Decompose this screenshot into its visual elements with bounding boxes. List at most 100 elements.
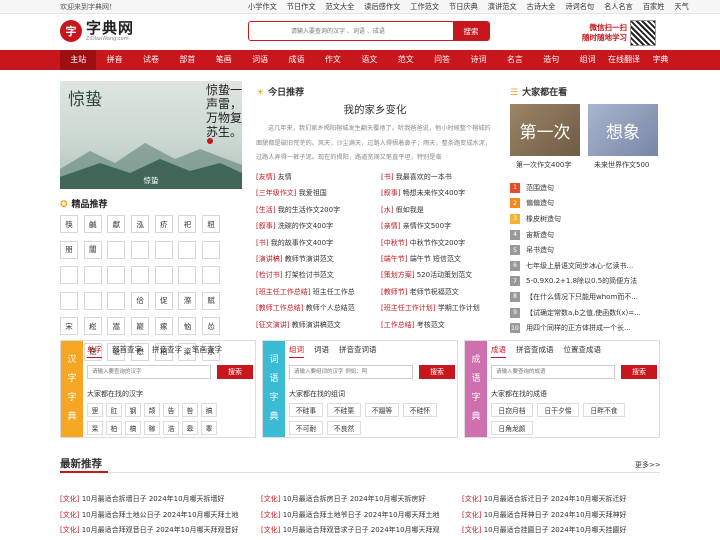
char-cell[interactable] bbox=[202, 240, 221, 259]
nav-yuwen[interactable]: 语文 bbox=[351, 50, 387, 70]
nav-bihua[interactable]: 笔画 bbox=[206, 50, 242, 70]
list-item[interactable]: [教师节] 老师节祝福范文 bbox=[381, 287, 506, 298]
list-item[interactable]: [文化] 10月最适合拜观音日子 2024年10月哪天拜观音好 bbox=[60, 525, 261, 536]
top-link-xiaoxue[interactable]: 小学作文 bbox=[248, 2, 277, 12]
article-title[interactable]: 我的家乡变化 bbox=[256, 102, 494, 117]
char-cell[interactable]: 瘃 bbox=[154, 317, 173, 335]
list-item[interactable]: 不良然 bbox=[327, 421, 361, 435]
list-item[interactable]: 柏 bbox=[106, 421, 122, 435]
list-item[interactable]: 皋 bbox=[182, 421, 198, 435]
list-item[interactable]: 6 七年级上册语文同步冰心-忆读书... bbox=[510, 258, 662, 274]
char-cell[interactable] bbox=[60, 266, 78, 284]
char-cell[interactable] bbox=[154, 240, 173, 259]
nav-shijuan[interactable]: 试卷 bbox=[133, 50, 169, 70]
list-item[interactable]: [文化] 10月最适合拆墙日子 2024年10月哪天拆墙好 bbox=[60, 494, 261, 505]
list-item[interactable]: 不可耐 bbox=[289, 421, 323, 435]
list-item[interactable]: [教师工作总结] 教师个人总结范 bbox=[256, 303, 381, 314]
char-cell[interactable]: 宋 bbox=[60, 317, 78, 335]
list-item[interactable]: [文化] 10月最适合拜神日子 2024年10月哪天拜神好 bbox=[462, 510, 663, 521]
nav-zidian[interactable]: 字典 bbox=[642, 50, 678, 70]
hanzi-search-button[interactable]: 搜索 bbox=[217, 365, 253, 379]
book-caption-2[interactable]: 未来世界作文500 bbox=[594, 160, 649, 170]
nav-zhuzhan[interactable]: 主站 bbox=[60, 50, 97, 70]
char-cell[interactable] bbox=[83, 291, 102, 310]
list-item[interactable]: 10 用四个同样的正方体拼成一个长... bbox=[510, 320, 662, 336]
char-cell[interactable]: 祀 bbox=[178, 215, 197, 233]
char-cell[interactable]: 嵩 bbox=[107, 317, 126, 335]
top-link-qingdian[interactable]: 节日庆典 bbox=[449, 2, 478, 12]
char-cell[interactable]: 泓 bbox=[131, 215, 150, 233]
char-cell[interactable]: 佮 bbox=[131, 291, 150, 310]
top-link-gushi[interactable]: 古诗大全 bbox=[527, 2, 556, 12]
top-link-fanwen[interactable]: 范文大全 bbox=[326, 2, 355, 12]
list-item[interactable]: [文化] 10月最适合拆迁日子 2024年10月哪天拆迁好 bbox=[462, 494, 663, 505]
tab-pinyin-chengyu[interactable]: 拼音查成语 bbox=[516, 344, 554, 358]
list-item[interactable]: 4 宙斯造句 bbox=[510, 227, 662, 243]
list-item[interactable]: 咎 bbox=[182, 403, 198, 417]
char-cell[interactable]: 巅 bbox=[131, 317, 150, 335]
tab-danzi[interactable]: 单字 bbox=[87, 344, 102, 358]
char-cell[interactable] bbox=[178, 266, 197, 284]
tab-bihua[interactable]: 笔画查字 bbox=[192, 344, 222, 358]
list-item[interactable]: 杲 bbox=[87, 421, 103, 435]
nav-mingyan[interactable]: 名言 bbox=[497, 50, 533, 70]
top-link-mingyan[interactable]: 名人名言 bbox=[604, 2, 633, 12]
list-item[interactable]: 肛 bbox=[106, 403, 122, 417]
char-cell[interactable]: 漈 bbox=[178, 291, 197, 310]
char-cell[interactable]: 怂 bbox=[202, 317, 221, 335]
list-item[interactable]: 颉 bbox=[144, 403, 160, 417]
char-cell[interactable] bbox=[154, 266, 173, 284]
list-item[interactable]: [叙事] 洗碗的作文400字 bbox=[256, 221, 381, 232]
list-item[interactable]: 日窃月档 bbox=[491, 403, 533, 417]
nav-ciyu[interactable]: 词语 bbox=[242, 50, 278, 70]
list-item[interactable]: [工作总结] 考核范文 bbox=[381, 320, 506, 331]
char-cell[interactable] bbox=[131, 266, 150, 284]
list-item[interactable]: 不硅怀 bbox=[403, 403, 437, 417]
list-item[interactable]: 日角龙颜 bbox=[491, 421, 533, 435]
top-link-shici[interactable]: 诗词名句 bbox=[565, 2, 594, 12]
banner-image[interactable]: 惊蛰 惊蛰一声雷，万物复苏生。 惊蛰 bbox=[60, 81, 242, 189]
char-cell[interactable]: 疥 bbox=[154, 215, 173, 233]
ciyu-search-input[interactable] bbox=[289, 365, 413, 379]
list-item[interactable]: [文化] 10月最适合挂匾日子 2024年10月哪天挂匾好 bbox=[462, 525, 663, 536]
char-cell[interactable] bbox=[83, 266, 102, 284]
char-cell[interactable]: 赋 bbox=[202, 291, 221, 310]
list-item[interactable]: 7 5-0.9X0.2+1.8除以0.5的简便方法 bbox=[510, 274, 662, 290]
list-item[interactable]: [亲情] 亲情作文500字 bbox=[381, 221, 506, 232]
list-item[interactable]: 3 橡皮树造句 bbox=[510, 211, 662, 227]
more-link[interactable]: 更多>> bbox=[635, 460, 661, 470]
char-cell[interactable] bbox=[107, 240, 126, 259]
char-cell[interactable]: 恼 bbox=[178, 317, 197, 335]
nav-chengyu[interactable]: 成语 bbox=[278, 50, 314, 70]
list-item[interactable]: 罡 bbox=[87, 403, 103, 417]
main-search-button[interactable]: 搜索 bbox=[453, 22, 489, 40]
char-cell[interactable]: 闟 bbox=[83, 240, 102, 259]
list-item[interactable]: 2 偏偏造句 bbox=[510, 196, 662, 212]
list-item[interactable]: 搞 bbox=[201, 403, 217, 417]
char-cell[interactable]: 朋 bbox=[60, 240, 78, 259]
list-item[interactable]: [策划方案] 520活动策划范文 bbox=[381, 270, 506, 281]
list-item[interactable]: 8 【在什么情况下只能用whom而不... bbox=[510, 289, 662, 305]
list-item[interactable]: [中秋节] 中秋节作文200字 bbox=[381, 238, 506, 249]
top-link-baijiaxing[interactable]: 百家姓 bbox=[643, 2, 665, 12]
top-link-yanjiang[interactable]: 演讲范文 bbox=[488, 2, 517, 12]
char-cell[interactable]: 崧 bbox=[83, 317, 102, 335]
nav-fanwen[interactable]: 范文 bbox=[388, 50, 424, 70]
nav-zuci[interactable]: 组词 bbox=[569, 50, 605, 70]
char-cell[interactable]: 鹹 bbox=[83, 215, 102, 233]
char-cell[interactable] bbox=[131, 240, 150, 259]
list-item[interactable]: 不蹑等 bbox=[365, 403, 399, 417]
tab-bushou[interactable]: 部首查字 bbox=[112, 344, 142, 358]
list-item[interactable]: [叙事] 畅想未来作文400字 bbox=[381, 188, 506, 199]
nav-shici[interactable]: 诗词 bbox=[460, 50, 496, 70]
list-item[interactable]: [演讲稿] 教师节演讲范文 bbox=[256, 254, 381, 265]
char-cell[interactable]: 粈 bbox=[202, 215, 221, 233]
list-item[interactable]: [文化] 10月最适合拜观音求子日子 2024年10月哪天拜观 bbox=[261, 525, 462, 536]
list-item[interactable]: 不硅事 bbox=[289, 403, 323, 417]
list-item[interactable]: 稼 bbox=[144, 421, 160, 435]
list-item[interactable]: 告 bbox=[163, 403, 179, 417]
list-item[interactable]: 日畔不食 bbox=[583, 403, 625, 417]
nav-fanyi[interactable]: 在线翻译 bbox=[606, 50, 642, 70]
char-cell[interactable] bbox=[107, 266, 126, 284]
hanzi-search-input[interactable] bbox=[87, 365, 211, 379]
